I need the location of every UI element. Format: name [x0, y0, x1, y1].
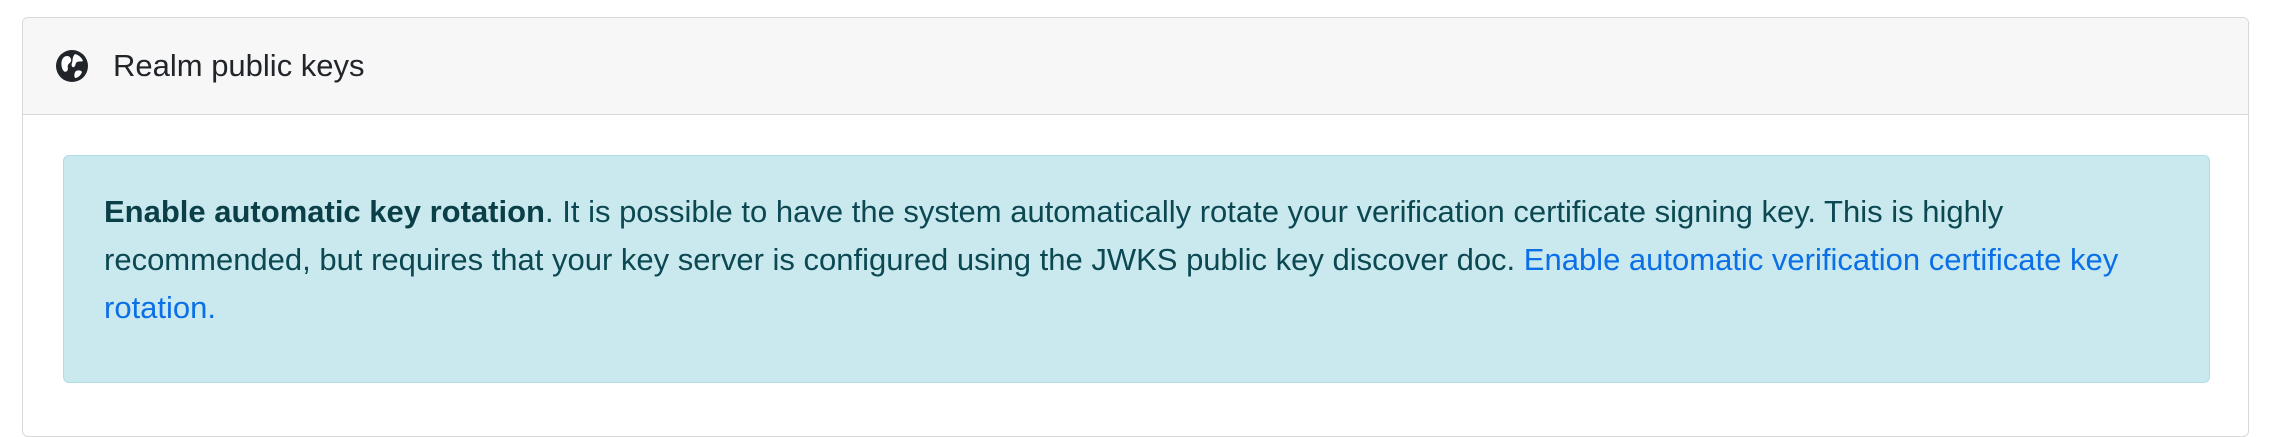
card-title: Realm public keys: [113, 48, 365, 83]
realm-public-keys-card: Realm public keys Enable automatic key r…: [22, 17, 2249, 437]
globe-icon: [55, 49, 89, 83]
alert-heading: Enable automatic key rotation: [104, 194, 545, 229]
key-rotation-alert: Enable automatic key rotation. It is pos…: [63, 155, 2210, 383]
card-body: Enable automatic key rotation. It is pos…: [23, 115, 2248, 383]
card-header: Realm public keys: [23, 18, 2248, 115]
